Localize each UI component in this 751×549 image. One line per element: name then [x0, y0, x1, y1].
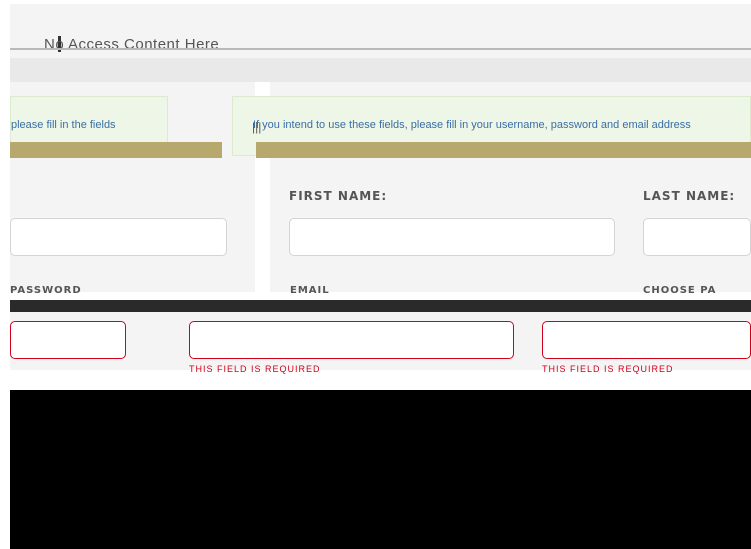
header-band: [10, 58, 751, 82]
blackout-region: [10, 390, 751, 549]
left-field[interactable]: [10, 218, 227, 256]
info-icon: |||: [252, 120, 262, 134]
choose-password-field[interactable]: [542, 321, 751, 359]
first-name-field[interactable]: [289, 218, 615, 256]
choose-password-label: CHOOSE PA: [643, 285, 717, 296]
notice-right-text: If you intend to use these fields, pleas…: [253, 119, 691, 131]
password-label: PASSWORD: [10, 285, 82, 296]
notice-right-bar: [256, 142, 751, 158]
notice-left-text: please fill in the fields: [11, 119, 116, 131]
header-divider: [10, 48, 751, 50]
row-divider: [10, 300, 751, 312]
choose-password-error: THIS FIELD IS REQUIRED: [542, 364, 674, 374]
page-header: No Access Content Here: [10, 4, 751, 58]
last-name-field[interactable]: [643, 218, 751, 256]
page-title: No Access Content Here: [44, 36, 220, 53]
email-field[interactable]: [189, 321, 514, 359]
notice-left-bar: [10, 142, 222, 158]
first-name-label: FIRST NAME:: [289, 189, 388, 203]
email-error: THIS FIELD IS REQUIRED: [189, 364, 321, 374]
status-line: [30, 374, 730, 384]
last-name-label: LAST NAME:: [643, 189, 736, 203]
password-field[interactable]: [10, 321, 126, 359]
email-label: EMAIL: [290, 285, 330, 296]
